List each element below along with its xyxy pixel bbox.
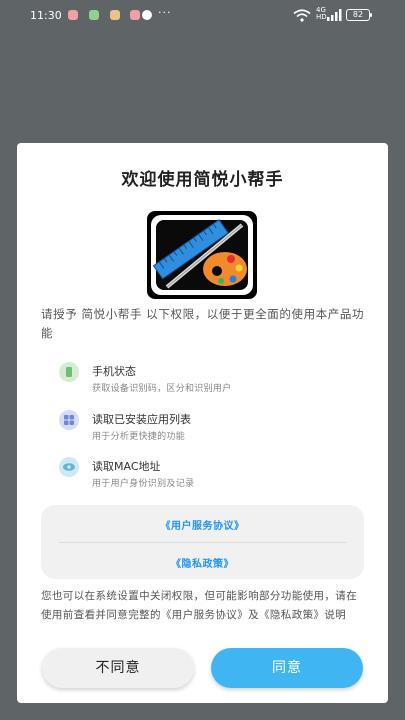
permission-title: 读取MAC地址	[92, 460, 161, 473]
notice-text: 您也可以在系统设置中关闭权限，但可能影响部分功能使用，请在使用前查看并同意完整的…	[41, 590, 358, 621]
notification-message-icon	[89, 10, 99, 20]
more-notifications-icon: ···	[158, 6, 172, 19]
app-grid-icon	[59, 410, 79, 430]
permission-dialog: 欢迎使用简悦小帮手 请授予 简悦小帮手 以下权限，以便于更全面的使用本产品功能 …	[17, 143, 388, 703]
status-bar: 11:30 ··· 4G HD 82	[0, 0, 405, 32]
app-logo	[147, 211, 257, 299]
agreement-links-box: 《用户服务协议》 《隐私政策》	[41, 505, 364, 579]
clock: 11:30	[30, 9, 62, 22]
privacy-policy-link[interactable]: 《隐私政策》	[41, 555, 364, 570]
permission-title: 读取已安装应用列表	[92, 413, 191, 426]
notification-app-icon	[68, 10, 78, 20]
disagree-button[interactable]: 不同意	[42, 648, 194, 688]
network-type: 4G HD	[316, 6, 327, 21]
agree-button[interactable]: 同意	[211, 648, 363, 688]
wifi-icon	[293, 9, 311, 22]
permission-description: 用于分析更快捷的功能	[92, 432, 186, 442]
permission-title: 手机状态	[92, 365, 136, 378]
permission-description: 获取设备识别码，区分和识别用户	[92, 384, 232, 394]
phone-state-icon	[59, 362, 79, 382]
notification-mail-icon	[110, 10, 120, 20]
notification-circle-icon	[142, 10, 152, 20]
signal-icon	[327, 9, 342, 21]
notification-app-icon	[130, 10, 140, 20]
dialog-title: 欢迎使用简悦小帮手	[121, 170, 284, 190]
divider	[59, 542, 346, 543]
user-agreement-link[interactable]: 《用户服务协议》	[41, 517, 364, 532]
eye-icon	[59, 457, 79, 477]
permission-description: 用于用户身份识别及记录	[92, 479, 195, 489]
battery-icon: 82	[346, 9, 372, 21]
intro-text: 请授予 简悦小帮手 以下权限，以便于更全面的使用本产品功能	[41, 307, 365, 340]
